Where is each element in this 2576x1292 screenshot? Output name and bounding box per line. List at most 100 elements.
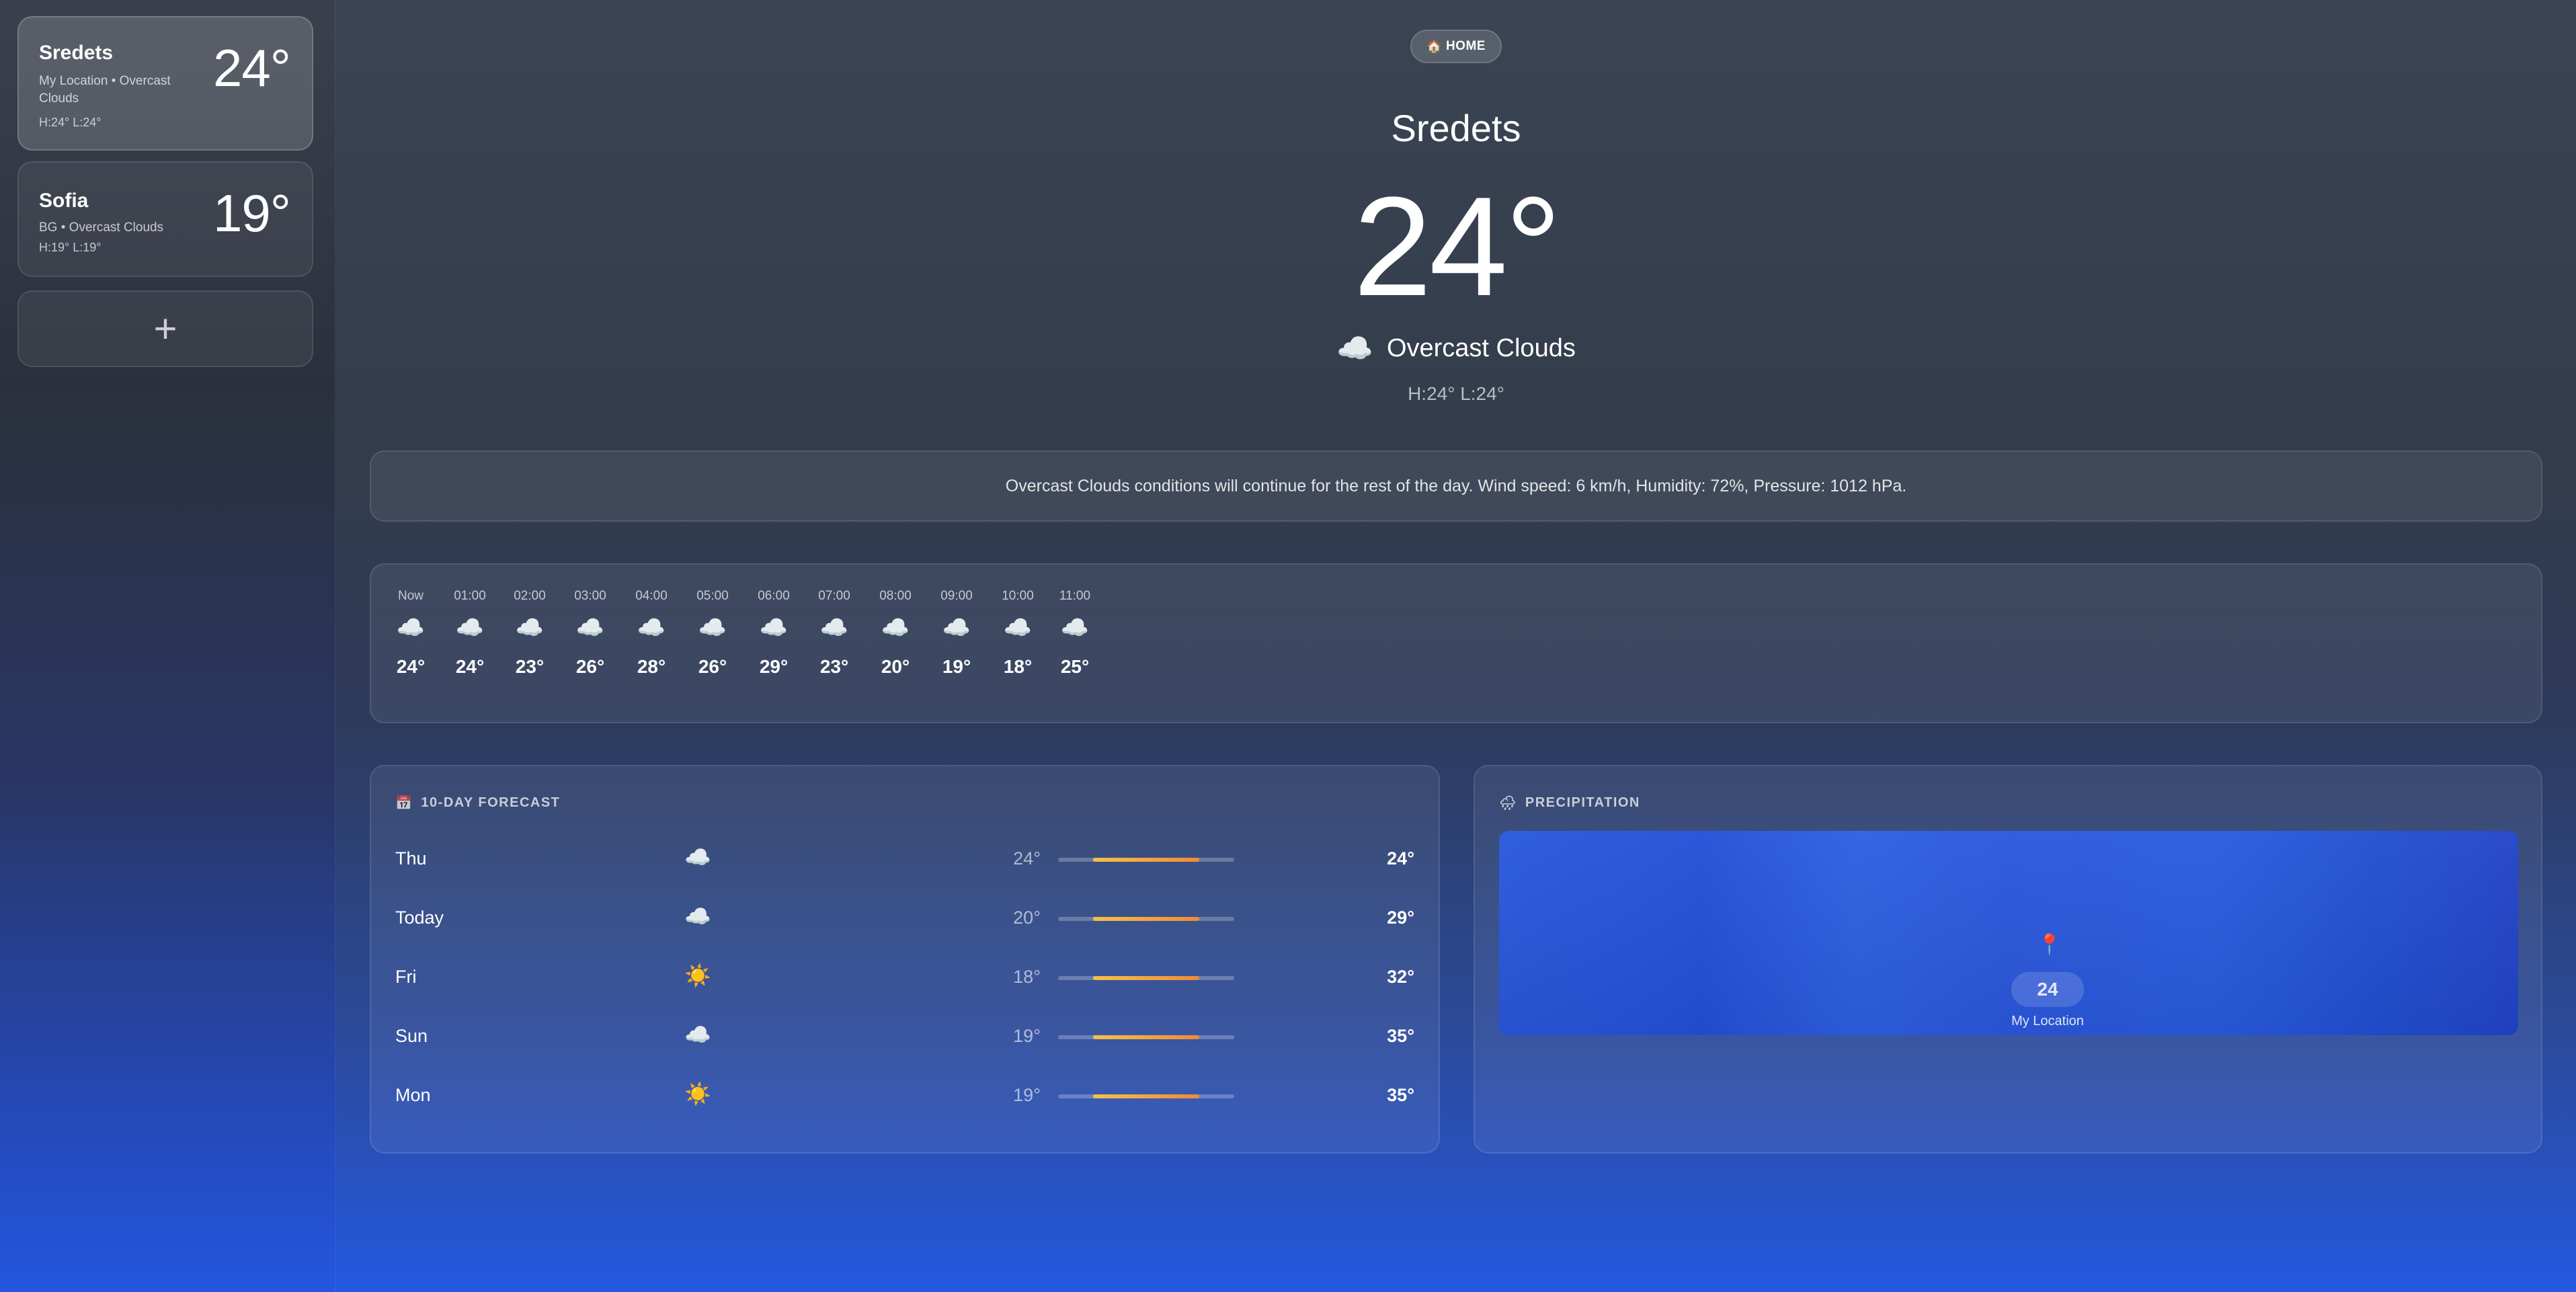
temp-range-bar <box>1058 976 1234 980</box>
hour-item: 10:00 ☁️ 18° <box>988 589 1048 678</box>
hour-item: 02:00 ☁️ 23° <box>499 589 560 678</box>
city-title: Sredets <box>1391 107 1521 149</box>
temp-range-fill <box>1093 858 1199 862</box>
home-button[interactable]: 🏠 HOME <box>1410 30 1502 63</box>
cloud-icon: ☁️ <box>684 904 711 928</box>
cloud-icon: ☁️ <box>819 615 849 641</box>
day-name: Thu <box>395 848 427 869</box>
hour-item: 09:00 ☁️ 19° <box>926 589 987 678</box>
day-high: 35° <box>1387 1026 1414 1046</box>
cloud-icon: ☁️ <box>515 615 545 641</box>
hour-time: 07:00 <box>818 589 850 603</box>
location-high-low: H:24° L:24° <box>39 116 102 129</box>
day-name: Fri <box>395 967 417 987</box>
hour-temp: 23° <box>515 656 545 677</box>
hour-time: 09:00 <box>940 589 973 603</box>
forecast-header: 📅 10-DAY FORECAST <box>395 795 560 811</box>
sun-icon: ☀️ <box>684 1082 711 1106</box>
hour-temp: 26° <box>698 656 727 677</box>
hour-temp: 24° <box>455 656 485 677</box>
condition-text: Overcast Clouds <box>1386 333 1576 362</box>
precipitation-map[interactable]: 📍 24 My Location <box>1499 831 2518 1035</box>
cloud-icon: ☁️ <box>575 615 605 641</box>
hour-temp: 25° <box>1060 656 1090 677</box>
hour-time: 04:00 <box>635 589 668 603</box>
forecast-day-row[interactable]: Thu ☁️ 24° 24° <box>395 839 1414 879</box>
hour-temp: 20° <box>881 656 910 677</box>
current-temp: 24° <box>1353 167 1562 325</box>
hour-time: 02:00 <box>514 589 546 603</box>
hour-time: Now <box>397 589 424 603</box>
hour-temp: 19° <box>942 656 971 677</box>
cloud-icon: ☁️ <box>396 615 426 641</box>
day-name: Mon <box>395 1085 431 1105</box>
hour-time: 08:00 <box>879 589 912 603</box>
hour-temp: 24° <box>396 656 426 677</box>
location-temp: 24° <box>213 38 291 97</box>
calendar-icon: 📅 <box>395 796 413 811</box>
temp-range-fill <box>1093 976 1199 980</box>
day-low: 24° <box>1013 848 1041 869</box>
location-subtitle: My Location • Overcast Clouds <box>39 74 171 106</box>
location-card-sofia[interactable]: Sofia BG • Overcast Clouds H:19° L:19° 1… <box>17 161 313 277</box>
day-high: 24° <box>1387 848 1414 869</box>
temp-range-bar <box>1058 858 1234 862</box>
forecast-day-row[interactable]: Today ☁️ 20° 29° <box>395 898 1414 938</box>
day-name: Today <box>395 907 444 928</box>
day-high: 32° <box>1387 967 1414 987</box>
add-location-button[interactable]: + <box>17 290 313 367</box>
temp-range-bar <box>1058 917 1234 921</box>
hour-time: 10:00 <box>1002 589 1034 603</box>
house-icon: 🏠 <box>1426 39 1442 53</box>
forecast-day-row[interactable]: Fri ☀️ 18° 32° <box>395 957 1414 998</box>
day-high: 29° <box>1387 907 1414 928</box>
hour-item: Now ☁️ 24° <box>380 589 441 678</box>
hour-time: 06:00 <box>758 589 790 603</box>
location-high-low: H:19° L:19° <box>39 241 102 254</box>
plus-icon: + <box>153 306 177 352</box>
location-name: Sofia <box>39 190 89 212</box>
hour-temp: 26° <box>575 656 605 677</box>
forecast-day-row[interactable]: Sun ☁️ 19° 35° <box>395 1016 1414 1057</box>
hour-item: 06:00 ☁️ 29° <box>743 589 804 678</box>
hour-temp: 23° <box>819 656 849 677</box>
day-high: 35° <box>1387 1085 1414 1105</box>
hour-temp: 28° <box>637 656 666 677</box>
cloud-icon: ☁️ <box>881 615 910 641</box>
cloud-icon: ☁️ <box>1336 332 1373 365</box>
cloud-icon: ☁️ <box>942 615 971 641</box>
hour-item: 01:00 ☁️ 24° <box>440 589 500 678</box>
temp-range-bar <box>1058 1035 1234 1039</box>
temp-range-fill <box>1093 917 1199 921</box>
day-low: 19° <box>1013 1085 1041 1105</box>
day-low: 19° <box>1013 1026 1041 1046</box>
cloud-icon: ☁️ <box>1003 615 1033 641</box>
home-label: HOME <box>1445 39 1486 53</box>
map-temp-badge[interactable]: 24 <box>2011 972 2084 1007</box>
hour-time: 01:00 <box>454 589 486 603</box>
hour-time: 11:00 <box>1059 589 1091 603</box>
rain-cloud-icon: 🌧 <box>1499 796 1517 811</box>
precipitation-panel: 🌧 PRECIPITATION 📍 24 My Location <box>1474 765 2542 1154</box>
hourly-forecast: Now ☁️ 24° 01:00 ☁️ 24° 02:00 ☁️ 23° 03:… <box>370 563 2542 723</box>
cloud-icon: ☁️ <box>1060 615 1090 641</box>
forecast-day-row[interactable]: Mon ☀️ 19° 35° <box>395 1076 1414 1116</box>
day-name: Sun <box>395 1026 428 1046</box>
day-low: 20° <box>1013 907 1041 928</box>
current-high-low: H:24° L:24° <box>1408 383 1504 404</box>
current-condition: ☁️ Overcast Clouds <box>336 331 2576 366</box>
map-location-label: My Location <box>2011 1014 2084 1028</box>
location-pin-icon[interactable]: 📍 <box>2037 933 2062 957</box>
hour-time: 05:00 <box>696 589 729 603</box>
hour-temp: 29° <box>759 656 789 677</box>
cloud-icon: ☁️ <box>759 615 789 641</box>
weather-summary: Overcast Clouds conditions will continue… <box>370 450 2542 522</box>
hour-item: 04:00 ☁️ 28° <box>621 589 682 678</box>
location-temp: 19° <box>213 184 291 243</box>
summary-text: Overcast Clouds conditions will continue… <box>1005 476 1907 495</box>
location-subtitle: BG • Overcast Clouds <box>39 220 164 235</box>
day-low: 18° <box>1013 967 1041 987</box>
cloud-icon: ☁️ <box>637 615 666 641</box>
hour-item: 03:00 ☁️ 26° <box>560 589 620 678</box>
location-card-sredets[interactable]: Sredets My Location • Overcast Clouds H:… <box>17 16 313 151</box>
